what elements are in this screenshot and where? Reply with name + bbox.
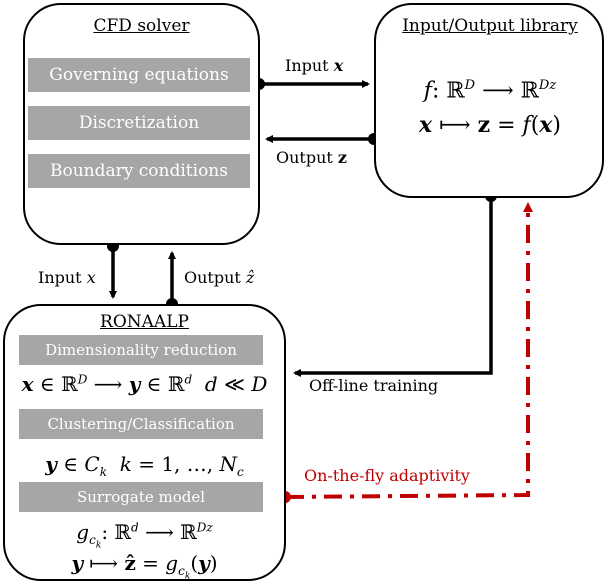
io-function-equation: x ⟼ z = f(x) [418,112,562,138]
offline-training-arrow [293,196,493,377]
cluster-equation: y ∈ Ck k = 1, …, Nc [45,452,244,479]
surrogate-map-equation: gck: ℝd ⟶ ℝDz [76,520,213,551]
io-library-title: Input/Output library [402,16,578,36]
offline-training-label: Off-line training [309,376,439,395]
surrogate-model-block: Surrogate model [19,482,263,512]
cfd-solver-title: CFD solver [93,16,190,36]
input-x-down-label: Input x [38,268,96,287]
ronaalp-title: RONAALP [100,312,189,332]
dimensionality-reduction-block: Dimensionality reduction [19,335,263,365]
adaptivity-label: On-the-fly adaptivity [304,466,470,485]
discretization-block: Discretization [28,106,250,140]
surrogate-function-equation: y ⟼ ẑ = gck(y) [71,551,218,582]
output-z-label: Output z [276,148,348,167]
reduction-equation: x ∈ ℝD ⟶ y ∈ ℝd d ≪ D [21,372,268,396]
io-map-equation: f: ℝD ⟶ ℝDz [423,78,557,104]
input-x-label: Input x [285,56,344,75]
governing-equations-block: Governing equations [28,58,250,92]
output-zhat-label: Output ẑ [184,268,255,287]
boundary-conditions-block: Boundary conditions [28,154,250,188]
clustering-classification-block: Clustering/Classification [19,409,263,439]
